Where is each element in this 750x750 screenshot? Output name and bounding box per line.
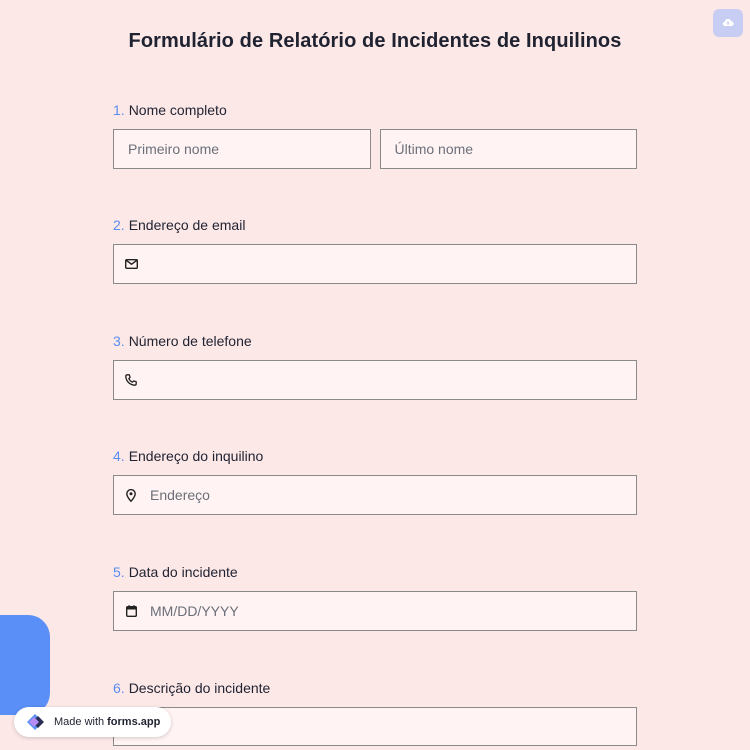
question-number: 1. <box>113 102 125 118</box>
question-label: 6. Descrição do incidente <box>113 679 637 697</box>
question-tenant-address: 4. Endereço do inquilino Endereço <box>113 447 637 515</box>
question-number: 3. <box>113 333 125 349</box>
question-text: Endereço do inquilino <box>128 448 264 464</box>
question-number: 4. <box>113 448 125 464</box>
decorative-blob <box>0 615 50 715</box>
badge-brand: forms.app <box>107 716 161 728</box>
address-input[interactable]: Endereço <box>113 475 637 515</box>
cloud-upload-icon <box>722 14 734 32</box>
mail-icon <box>123 256 139 272</box>
first-name-placeholder: Primeiro nome <box>128 141 220 157</box>
question-number: 2. <box>113 217 125 233</box>
question-label: 5. Data do incidente <box>113 563 637 581</box>
question-text: Nome completo <box>128 102 227 118</box>
question-label: 4. Endereço do inquilino <box>113 447 637 465</box>
last-name-placeholder: Último nome <box>394 141 474 157</box>
first-name-input[interactable]: Primeiro nome <box>113 129 371 169</box>
question-full-name: 1. Nome completo Primeiro nome Último nom… <box>113 101 637 169</box>
email-input[interactable] <box>113 244 637 284</box>
forms-app-logo-icon <box>20 710 50 734</box>
question-text: Descrição do incidente <box>128 680 271 696</box>
question-incident-date: 5. Data do incidente MM/DD/YYYY <box>113 563 637 631</box>
question-number: 6. <box>113 680 125 696</box>
question-label: 2. Endereço de email <box>113 216 637 234</box>
description-textarea[interactable] <box>113 707 637 746</box>
question-email: 2. Endereço de email <box>113 216 637 284</box>
form-title: Formulário de Relatório de Incidentes de… <box>128 30 622 52</box>
last-name-input[interactable]: Último nome <box>379 129 637 169</box>
badge-prefix: Made with <box>54 716 105 728</box>
question-label: 3. Número de telefone <box>113 332 637 350</box>
date-placeholder: MM/DD/YYYY <box>150 603 239 619</box>
question-label: 1. Nome completo <box>113 101 637 119</box>
question-text: Número de telefone <box>128 333 252 349</box>
phone-icon <box>123 372 139 388</box>
map-pin-icon <box>123 487 139 503</box>
made-with-badge[interactable]: Made with forms.app <box>14 707 172 737</box>
calendar-icon <box>123 603 139 619</box>
cloud-upload-button[interactable] <box>713 9 743 37</box>
date-input[interactable]: MM/DD/YYYY <box>113 591 637 631</box>
question-text: Endereço de email <box>128 217 246 233</box>
question-number: 5. <box>113 564 125 580</box>
question-incident-description: 6. Descrição do incidente <box>113 679 637 746</box>
question-phone: 3. Número de telefone <box>113 332 637 400</box>
question-text: Data do incidente <box>128 564 238 580</box>
phone-input[interactable] <box>113 360 637 400</box>
address-placeholder: Endereço <box>150 487 210 503</box>
